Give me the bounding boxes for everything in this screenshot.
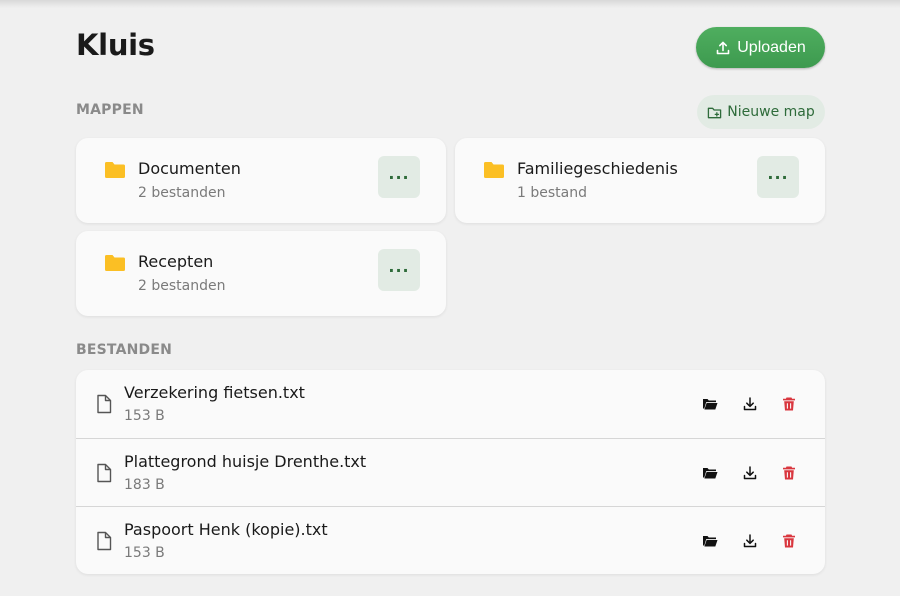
folder-card[interactable]: Documenten 2 bestanden ··· [76,138,446,223]
folder-count: 1 bestand [517,185,587,201]
delete-button[interactable] [781,465,797,481]
download-icon [743,534,757,548]
file-name: Verzekering fietsen.txt [124,383,305,402]
folder-count: 2 bestanden [138,278,226,294]
file-row[interactable]: Verzekering fietsen.txt 153 B [76,370,825,438]
folder-open-icon [703,399,718,410]
file-size: 153 B [124,545,165,561]
move-button[interactable] [702,396,718,412]
new-folder-button[interactable]: Nieuwe map [697,95,825,129]
file-icon [97,531,112,551]
file-size: 153 B [124,408,165,424]
file-icon [97,463,112,483]
download-icon [743,397,757,411]
file-name: Plattegrond huisje Drenthe.txt [124,452,367,471]
upload-icon [716,41,730,54]
top-shadow [0,0,900,8]
move-button[interactable] [702,465,718,481]
download-button[interactable] [742,533,758,549]
trash-icon [783,466,795,480]
folder-icon [105,255,125,271]
folder-open-icon [703,536,718,547]
file-icon [97,394,112,414]
download-icon [743,466,757,480]
folder-more-button[interactable]: ··· [378,156,420,198]
trash-icon [783,534,795,548]
file-size: 183 B [124,477,165,493]
new-folder-label: Nieuwe map [727,104,815,120]
folder-count: 2 bestanden [138,185,226,201]
download-button[interactable] [742,396,758,412]
folder-card[interactable]: Recepten 2 bestanden ··· [76,231,446,316]
folder-name: Familiegeschiedenis [517,159,678,178]
move-button[interactable] [702,533,718,549]
file-row[interactable]: Paspoort Henk (kopie).txt 153 B [76,506,825,574]
file-row[interactable]: Plattegrond huisje Drenthe.txt 183 B [76,438,825,506]
download-button[interactable] [742,465,758,481]
folders-section-title: MAPPEN [76,102,144,118]
upload-button[interactable]: Uploaden [696,27,825,68]
folder-open-icon [703,468,718,479]
folder-card[interactable]: Familiegeschiedenis 1 bestand ··· [455,138,825,223]
folder-icon [484,162,504,178]
folder-more-button[interactable]: ··· [378,249,420,291]
trash-icon [783,397,795,411]
folder-plus-icon [708,107,722,118]
file-list: Verzekering fietsen.txt 153 B Plattegron… [76,370,825,574]
files-section-title: BESTANDEN [76,342,173,358]
file-name: Paspoort Henk (kopie).txt [124,520,328,539]
folder-more-button[interactable]: ··· [757,156,799,198]
folder-name: Documenten [138,159,241,178]
folder-name: Recepten [138,252,214,271]
page-title: Kluis [76,28,155,62]
upload-label: Uploaden [737,38,806,56]
delete-button[interactable] [781,533,797,549]
delete-button[interactable] [781,396,797,412]
folder-icon [105,162,125,178]
